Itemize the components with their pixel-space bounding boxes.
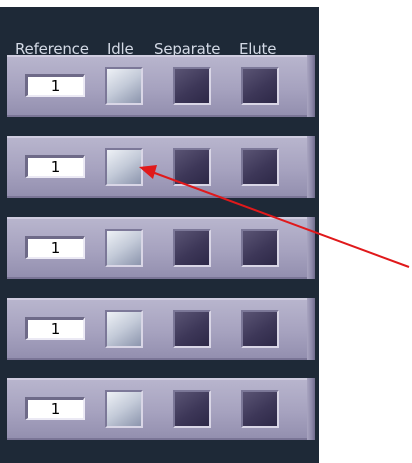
arrow-icon [139,165,410,268]
